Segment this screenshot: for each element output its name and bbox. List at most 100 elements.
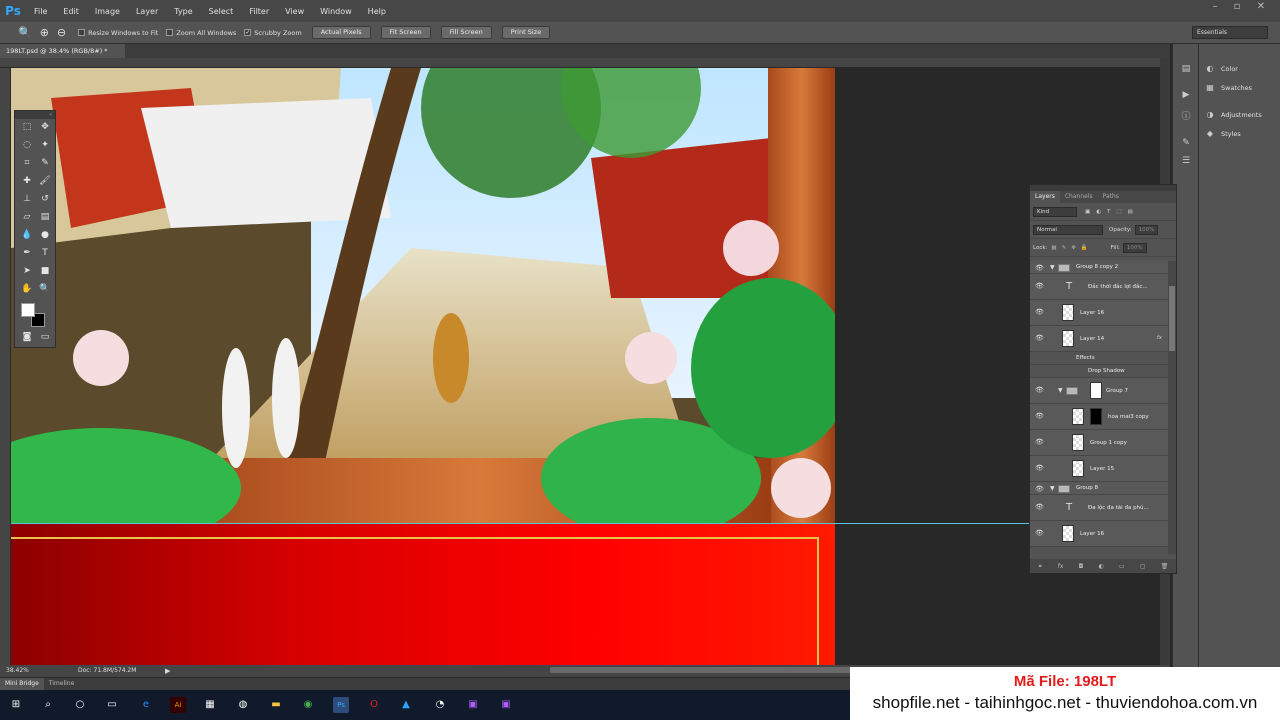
horizontal-guide[interactable] [11, 523, 1031, 524]
layer-row[interactable]: 👁 ▼ Group 8 [1030, 482, 1168, 495]
tab-paths[interactable]: Paths [1098, 191, 1124, 203]
visibility-eye-icon[interactable]: 👁 [1035, 503, 1044, 511]
document-tab[interactable]: 198LT.psd @ 38.4% (RGB/8#) * [0, 44, 125, 58]
tab-channels[interactable]: Channels [1060, 191, 1098, 203]
crop-tool-icon[interactable]: ⌗ [18, 155, 36, 171]
layer-row[interactable]: 👁 Layer 16 [1030, 300, 1168, 326]
app-icon[interactable]: ▣ [465, 697, 481, 713]
checkbox-box[interactable]: ✓ [244, 29, 252, 36]
print-size-button[interactable]: Print Size [501, 26, 551, 39]
checkbox-box[interactable] [166, 29, 174, 36]
zoom-tool-icon[interactable]: 🔍 [36, 281, 54, 297]
shape-tool-icon[interactable]: ■ [36, 263, 54, 279]
layer-row[interactable]: 👁 T Đắc thời đắc lợi đắc... [1030, 274, 1168, 300]
eyedropper-tool-icon[interactable]: ✎ [36, 155, 54, 171]
windows-start-icon[interactable]: ⊞ [8, 697, 24, 713]
fill-field[interactable]: 100% [1122, 242, 1147, 253]
healing-brush-tool-icon[interactable]: ✚ [18, 173, 36, 189]
properties-panel-icon[interactable]: ☰ [1179, 154, 1193, 168]
menu-layer[interactable]: Layer [128, 7, 166, 16]
expand-arrow-icon[interactable]: ▼ [1058, 387, 1063, 394]
move-tool-icon[interactable]: ✥ [36, 119, 54, 135]
visibility-eye-icon[interactable]: 👁 [1035, 334, 1044, 342]
clone-stamp-tool-icon[interactable]: ⊥ [18, 191, 36, 207]
layer-row[interactable]: 👁 Group 1 copy [1030, 430, 1168, 456]
visibility-eye-icon[interactable]: 👁 [1035, 485, 1044, 493]
app-icon[interactable]: ▦ [202, 697, 218, 713]
quick-mask-icon[interactable]: ◙ [18, 329, 36, 345]
zoom-level[interactable]: 38.42% [6, 665, 29, 677]
type-tool-icon[interactable]: T [36, 245, 54, 261]
visibility-eye-icon[interactable]: 👁 [1035, 529, 1044, 537]
foreground-color-swatch[interactable] [21, 303, 35, 317]
hand-tool-icon[interactable]: ✋ [18, 281, 36, 297]
add-mask-icon[interactable]: ◘ [1079, 563, 1084, 570]
search-icon[interactable]: ⌕ [40, 697, 56, 713]
magic-wand-tool-icon[interactable]: ✦ [36, 137, 54, 153]
chrome-icon[interactable]: ◉ [300, 697, 316, 713]
blend-mode-select[interactable]: Normal [1033, 224, 1103, 235]
layer-row[interactable]: 👁 Layer 14 fx [1030, 326, 1168, 352]
app-icon[interactable]: ▣ [498, 697, 514, 713]
task-view-icon[interactable]: ▭ [104, 697, 120, 713]
new-layer-icon[interactable]: ▢ [1140, 563, 1146, 570]
fx-icon[interactable]: fx [1157, 335, 1162, 341]
expand-arrow-icon[interactable]: ▼ [1050, 264, 1055, 271]
actual-pixels-button[interactable]: Actual Pixels [311, 26, 371, 39]
visibility-eye-icon[interactable]: 👁 [1035, 386, 1044, 394]
photoshop-icon[interactable]: Ps [333, 697, 349, 713]
info-panel-icon[interactable]: ⓘ [1179, 110, 1193, 124]
visibility-eye-icon[interactable]: 👁 [1035, 264, 1044, 272]
dock-item-swatches[interactable]: ▦ Swatches [1205, 83, 1252, 93]
layer-row[interactable]: 👁 ▼ Group 8 copy 2 [1030, 261, 1168, 274]
menu-image[interactable]: Image [87, 7, 128, 16]
layer-row[interactable]: 👁 Layer 15 [1030, 456, 1168, 482]
trash-icon[interactable]: 🗑 [1161, 563, 1169, 570]
checkbox-box[interactable] [78, 29, 86, 36]
zoom-tool-icon[interactable]: 🔍 [14, 26, 36, 39]
fx-button-icon[interactable]: fx [1058, 563, 1064, 570]
menu-view[interactable]: View [277, 7, 312, 16]
effects-row[interactable]: Effects [1030, 352, 1168, 365]
menu-help[interactable]: Help [360, 7, 394, 16]
fit-screen-button[interactable]: Fit Screen [380, 26, 431, 39]
minimize-button[interactable]: – [1206, 0, 1224, 14]
layer-row[interactable]: 👁 hoa mai3 copy [1030, 404, 1168, 430]
lasso-tool-icon[interactable]: ◌ [18, 137, 36, 153]
layer-row[interactable]: 👁 ▼ Group 7 [1030, 378, 1168, 404]
visibility-eye-icon[interactable]: 👁 [1035, 464, 1044, 472]
effect-row[interactable]: Drop Shadow [1030, 365, 1168, 378]
adjustment-layer-icon[interactable]: ◐ [1099, 563, 1104, 570]
folder-icon[interactable]: ▬ [268, 697, 284, 713]
globe-icon[interactable]: ◍ [235, 697, 251, 713]
tab-mini-bridge[interactable]: Mini Bridge [0, 678, 44, 690]
filter-kind-select[interactable]: Kind [1033, 206, 1077, 217]
zoom-in-icon[interactable]: ⊕ [36, 26, 53, 39]
tab-timeline[interactable]: Timeline [44, 678, 80, 690]
edge-browser-icon[interactable]: e [138, 697, 154, 713]
screen-mode-icon[interactable]: ▭ [36, 329, 54, 345]
layer-row[interactable]: 👁 Layer 16 [1030, 521, 1168, 547]
brush-panel-icon[interactable]: ✎ [1179, 136, 1193, 150]
actions-panel-icon[interactable]: ▶ [1179, 88, 1193, 102]
workspace-select[interactable]: Essentials [1192, 26, 1268, 39]
dock-item-styles[interactable]: ◆ Styles [1205, 129, 1241, 139]
gradient-tool-icon[interactable]: ▤ [36, 209, 54, 225]
brush-tool-icon[interactable]: 🖌 [36, 173, 54, 189]
collapse-icon[interactable]: « [15, 111, 55, 119]
menu-type[interactable]: Type [166, 7, 200, 16]
pen-tool-icon[interactable]: ✒ [18, 245, 36, 261]
expand-arrow-icon[interactable]: ▼ [1050, 485, 1055, 492]
canvas-area[interactable] [11, 68, 1160, 665]
layer-row[interactable]: 👁 T Đa lộc đa tài đa phú... [1030, 495, 1168, 521]
close-button[interactable]: ✕ [1252, 0, 1270, 14]
menu-select[interactable]: Select [201, 7, 242, 16]
opera-icon[interactable]: O [366, 697, 382, 713]
illustrator-icon[interactable]: Ai [170, 697, 186, 713]
layers-scrollbar[interactable] [1168, 261, 1176, 554]
cortana-icon[interactable]: ○ [72, 697, 88, 713]
app-icon[interactable]: ▲ [398, 697, 414, 713]
status-menu-arrow-icon[interactable]: ▶ [165, 665, 170, 677]
zoom-out-icon[interactable]: ⊖ [53, 26, 70, 39]
menu-file[interactable]: File [26, 7, 55, 16]
